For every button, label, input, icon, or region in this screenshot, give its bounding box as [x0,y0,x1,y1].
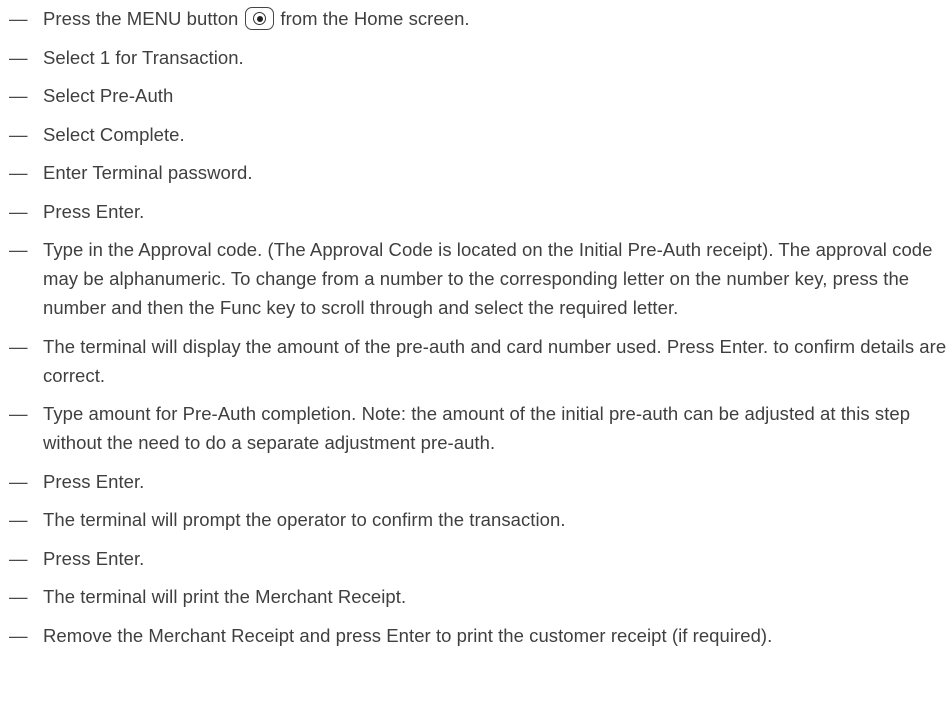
step-text: Press Enter. [43,200,145,222]
list-item: — Press Enter. [9,197,949,226]
step-text: Select Complete. [43,123,185,145]
list-item: — The terminal will prompt the operator … [9,505,949,534]
list-item: — Press Enter. [9,467,949,496]
step-text: The terminal will display the amount of … [43,335,947,386]
list-dash: — [9,335,28,357]
list-item: — The terminal will print the Merchant R… [9,582,949,611]
list-dash: — [9,509,28,530]
step-text: Enter Terminal password. [43,162,253,183]
step-text: Press Enter. [43,470,145,492]
step-text-after: from the Home screen. [280,8,470,29]
step-text: Remove the Merchant Receipt and press En… [43,624,773,646]
instruction-list: — Press the MENU button from the Home scr… [9,4,949,659]
list-dash: — [9,123,28,145]
list-dash: — [9,200,28,222]
step-text: Press the MENU button from the Home scree… [43,4,949,33]
list-item: — Press Enter. [9,544,949,573]
list-dash: — [9,239,28,260]
step-text: The terminal will print the Merchant Rec… [43,586,407,607]
step-text: Type in the Approval code. (The Approval… [43,239,933,318]
list-item: — Press the MENU button from the Home scr… [9,4,949,33]
list-dash: — [9,85,28,106]
list-dash: — [9,547,28,569]
list-dash: — [9,586,28,607]
list-dash: — [9,46,28,68]
menu-button-icon [245,7,275,30]
list-item: — Remove the Merchant Receipt and press … [9,621,949,650]
list-dash: — [9,162,28,183]
list-dash: — [9,470,28,492]
list-dash: — [9,624,28,646]
step-text: Press Enter. [43,547,145,569]
step-text-before: Press the MENU button [43,8,239,29]
list-item: — Select 1 for Transaction. [9,43,949,72]
list-item: — Type amount for Pre-Auth completion. N… [9,399,949,457]
list-dash: — [9,403,28,424]
list-item: — Select Pre-Auth [9,81,949,110]
step-text: The terminal will prompt the operator to… [43,509,566,530]
list-item: — Enter Terminal password. [9,158,949,187]
list-item: — Select Complete. [9,120,949,149]
list-item: — The terminal will display the amount o… [9,332,949,390]
step-text: Select Pre-Auth [43,85,174,106]
list-item: — Type in the Approval code. (The Approv… [9,235,949,322]
step-text: Type amount for Pre-Auth completion. Not… [43,403,911,453]
list-dash: — [9,8,28,29]
step-text: Select 1 for Transaction. [43,46,244,68]
